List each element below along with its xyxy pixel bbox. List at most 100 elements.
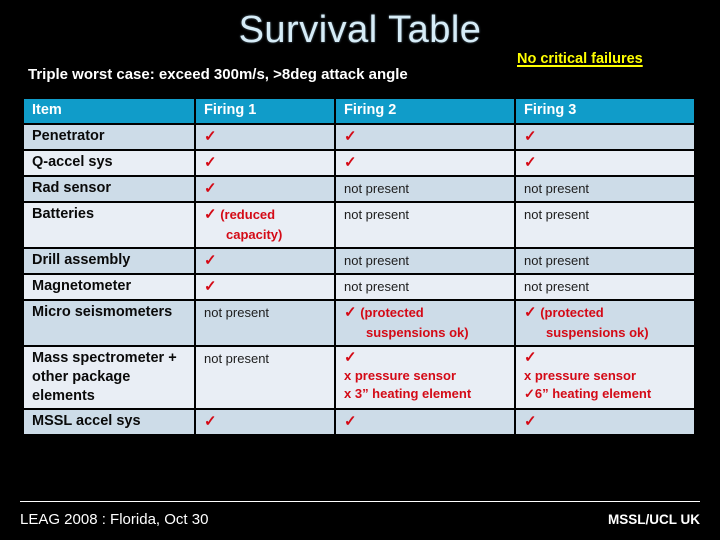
pass-status: ✓ (protected suspensions ok) <box>524 304 649 340</box>
cell-f2: ✓ (protected suspensions ok) <box>336 301 514 345</box>
cell-f1: ✓ <box>196 410 334 434</box>
failure-note-line: x pressure sensor <box>524 368 637 383</box>
cell-f3: not present <box>516 203 694 247</box>
cell-item: Q-accel sys <box>24 151 194 175</box>
not-present-label: not present <box>524 207 590 222</box>
cell-f2: ✓ x pressure sensor x 3” heating element <box>336 347 514 408</box>
pass-status: ✓ <box>204 180 217 197</box>
pass-status: ✓ <box>204 252 217 269</box>
cell-f3: ✓ <box>516 410 694 434</box>
check-icon: ✓ <box>344 154 357 171</box>
check-icon: ✓ <box>204 154 217 171</box>
table-row: Magnetometer ✓ not present not present <box>24 275 694 299</box>
footer-divider <box>20 501 700 502</box>
pass-status: ✓ <box>204 128 217 145</box>
pass-status: ✓ <box>344 154 357 171</box>
pass-status: ✓ <box>524 154 537 171</box>
cell-f1: not present <box>196 301 334 345</box>
pass-status: ✓ (reduced capacity) <box>204 206 282 242</box>
check-icon: ✓ <box>344 349 357 366</box>
cell-f2: not present <box>336 177 514 201</box>
pass-status: ✓ x pressure sensor ✓6” heating element <box>524 349 694 403</box>
check-icon: ✓ <box>524 128 537 145</box>
cell-f1: ✓ <box>196 125 334 149</box>
table-row: Q-accel sys ✓ ✓ ✓ <box>24 151 694 175</box>
failure-note-line: x 3” heating element <box>344 386 472 401</box>
survival-table: Item Firing 1 Firing 2 Firing 3 Penetrat… <box>22 97 696 436</box>
cell-f2: ✓ <box>336 410 514 434</box>
check-icon: ✓ <box>344 304 357 321</box>
qualifier-note: (protected <box>536 305 604 320</box>
table-body: Penetrator ✓ ✓ ✓ Q-accel sys ✓ ✓ ✓ Rad sensor ✓ no… <box>24 125 694 434</box>
check-icon: ✓ <box>204 278 217 295</box>
check-icon: ✓ <box>204 206 217 223</box>
column-header-firing3: Firing 3 <box>516 99 694 123</box>
table-row: Mass spectrometer + other package elemen… <box>24 347 694 408</box>
cell-item: MSSL accel sys <box>24 410 194 434</box>
not-present-label: not present <box>344 207 410 222</box>
check-icon: ✓ <box>204 128 217 145</box>
cell-f2: ✓ <box>336 125 514 149</box>
pass-status: ✓ <box>344 413 357 430</box>
cell-item: Micro seismometers <box>24 301 194 345</box>
slide-canvas: { "slide": { "title": "Survival Table", … <box>0 0 720 540</box>
cell-f3: ✓ <box>516 125 694 149</box>
cell-f3: ✓ <box>516 151 694 175</box>
footer-conference: LEAG 2008 : Florida, Oct 30 <box>20 511 209 528</box>
check-icon: ✓ <box>344 128 357 145</box>
cell-f1: ✓ <box>196 177 334 201</box>
pass-status: ✓ <box>204 413 217 430</box>
cell-f1: ✓ (reduced capacity) <box>196 203 334 247</box>
cell-f1: ✓ <box>196 275 334 299</box>
failure-note-line: ✓6” heating element <box>524 386 652 401</box>
failure-note-line: x pressure sensor <box>344 368 457 383</box>
qualifier-note: capacity) <box>226 227 283 242</box>
cell-f2: not present <box>336 203 514 247</box>
cell-f3: ✓ x pressure sensor ✓6” heating element <box>516 347 694 408</box>
page-title: Survival Table <box>238 9 482 51</box>
pass-status: ✓ x pressure sensor x 3” heating element <box>344 349 514 403</box>
table-row: Micro seismometers not present ✓ (protecte… <box>24 301 694 345</box>
cell-f2: not present <box>336 249 514 273</box>
cell-item: Batteries <box>24 203 194 247</box>
table-row: Penetrator ✓ ✓ ✓ <box>24 125 694 149</box>
pass-status: ✓ <box>204 154 217 171</box>
check-icon: ✓ <box>204 413 217 430</box>
column-header-firing1: Firing 1 <box>196 99 334 123</box>
check-icon: ✓ <box>204 252 217 269</box>
not-present-label: not present <box>344 279 410 294</box>
cell-f1: not present <box>196 347 334 408</box>
qualifier-note: (protected <box>356 305 424 320</box>
qualifier-note: suspensions ok) <box>366 325 469 340</box>
cell-f2: ✓ <box>336 151 514 175</box>
pass-status: ✓ <box>344 128 357 145</box>
not-present-label: not present <box>344 253 410 268</box>
qualifier-note: (reduced <box>216 207 276 222</box>
footer-organisation: MSSL/UCL UK <box>607 512 700 527</box>
table-row: Drill assembly ✓ not present not present <box>24 249 694 273</box>
cell-f3: not present <box>516 275 694 299</box>
not-present-label: not present <box>204 351 270 366</box>
check-icon: ✓ <box>524 154 537 171</box>
pass-status: ✓ <box>204 278 217 295</box>
column-header-item: Item <box>24 99 194 123</box>
cell-f2: not present <box>336 275 514 299</box>
check-icon: ✓ <box>524 304 537 321</box>
not-present-label: not present <box>524 253 590 268</box>
qualifier-note: suspensions ok) <box>546 325 649 340</box>
cell-item: Penetrator <box>24 125 194 149</box>
cell-item: Mass spectrometer + other package elemen… <box>24 347 194 408</box>
table-row: Batteries ✓ (reduced capacity) not present n… <box>24 203 694 247</box>
not-present-label: not present <box>204 305 270 320</box>
not-present-label: not present <box>524 181 590 196</box>
slide-subtitle: Triple worst case: exceed 300m/s, >8deg … <box>28 66 408 83</box>
pass-status: ✓ <box>524 128 537 145</box>
pass-status: ✓ (protected suspensions ok) <box>344 304 469 340</box>
cell-f3: not present <box>516 249 694 273</box>
check-icon: ✓ <box>524 413 537 430</box>
cell-f1: ✓ <box>196 249 334 273</box>
table-header: Item Firing 1 Firing 2 Firing 3 <box>24 99 694 123</box>
table-row: Rad sensor ✓ not present not present <box>24 177 694 201</box>
check-icon: ✓ <box>524 349 537 366</box>
table-header-row: Item Firing 1 Firing 2 Firing 3 <box>24 99 694 123</box>
